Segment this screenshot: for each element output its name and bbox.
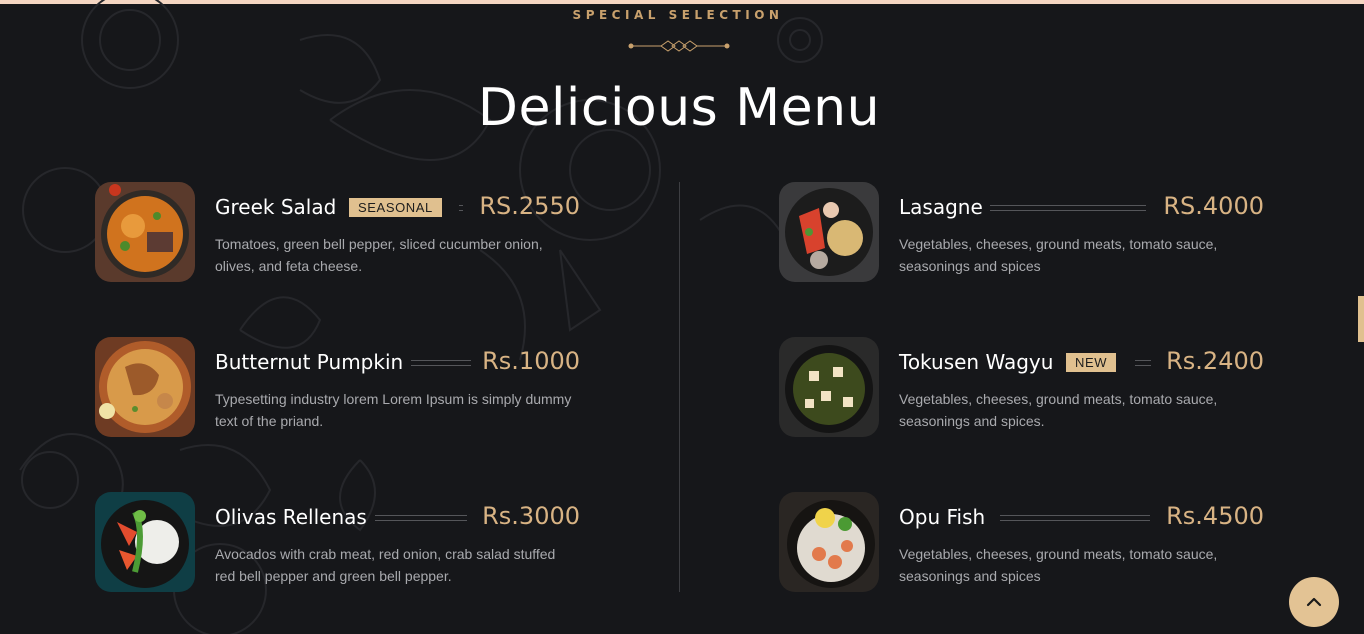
column-divider xyxy=(679,182,680,592)
dish-price: Rs.1000 xyxy=(482,347,580,375)
dish-image-tokusen-wagyu xyxy=(779,337,879,437)
price-leader-line xyxy=(459,205,463,211)
price-leader-line xyxy=(990,205,1146,211)
seasonal-badge: SEASONAL xyxy=(349,198,442,217)
dish-image-butternut-pumpkin xyxy=(95,337,195,437)
dish-price: RS.2550 xyxy=(479,192,580,220)
dish-description: Avocados with crab meat, red onion, crab… xyxy=(215,546,556,584)
dish-name: Greek Salad xyxy=(215,195,337,219)
dish-image-lasagne xyxy=(779,182,879,282)
dish-description: Vegetables, cheeses, ground meats, tomat… xyxy=(899,546,1218,584)
dish-image-opu-fish xyxy=(779,492,879,592)
dish-name: Olivas Rellenas xyxy=(215,505,367,529)
dish-name: Lasagne xyxy=(899,195,983,219)
dish-image-greek-salad xyxy=(95,182,195,282)
dish-price: RS.4000 xyxy=(1163,192,1264,220)
section-title: Delicious Menu xyxy=(477,78,881,138)
top-strip xyxy=(0,0,1364,4)
side-tab[interactable] xyxy=(1358,296,1364,342)
menu-item[interactable]: Opu Fish Rs.4500 Vegetables, cheeses, gr… xyxy=(779,492,1264,592)
new-badge: NEW xyxy=(1066,353,1117,372)
dish-price: Rs.4500 xyxy=(1166,502,1264,530)
dish-image-olivas-rellenas xyxy=(95,492,195,592)
menu-item[interactable]: Lasagne RS.4000 Vegetables, cheeses, gro… xyxy=(779,182,1264,282)
section-eyebrow: SPECIAL SELECTION xyxy=(572,8,784,22)
dish-name: Butternut Pumpkin xyxy=(215,350,404,374)
price-leader-line xyxy=(411,360,471,366)
price-leader-line xyxy=(1000,515,1150,521)
dish-description: Typesetting industry lorem Lorem Ipsum i… xyxy=(215,391,572,429)
menu-item[interactable]: Tokusen Wagyu NEW Rs.2400 Vegetables, ch… xyxy=(779,337,1264,437)
dish-price: Rs.3000 xyxy=(482,502,580,530)
dish-name: Tokusen Wagyu xyxy=(899,350,1054,374)
menu-item[interactable]: Olivas Rellenas Rs.3000 Avocados with cr… xyxy=(95,492,580,592)
chevron-up-icon xyxy=(1306,597,1322,607)
diamond-divider-icon xyxy=(628,40,730,52)
menu-item[interactable]: Butternut Pumpkin Rs.1000 Typesetting in… xyxy=(95,337,580,437)
dish-name: Opu Fish xyxy=(899,505,986,529)
scroll-to-top-button[interactable] xyxy=(1289,577,1339,627)
price-leader-line xyxy=(375,515,467,521)
dish-description: Vegetables, cheeses, ground meats, tomat… xyxy=(899,236,1218,274)
menu-item[interactable]: Greek Salad SEASONAL RS.2550 Tomatoes, g… xyxy=(95,182,580,282)
dish-description: Tomatoes, green bell pepper, sliced cucu… xyxy=(215,236,543,274)
menu-section: SPECIAL SELECTION Delicious Menu Greek S… xyxy=(0,0,1364,634)
price-leader-line xyxy=(1135,360,1151,366)
dish-price: Rs.2400 xyxy=(1166,347,1264,375)
dish-description: Vegetables, cheeses, ground meats, tomat… xyxy=(899,391,1218,429)
